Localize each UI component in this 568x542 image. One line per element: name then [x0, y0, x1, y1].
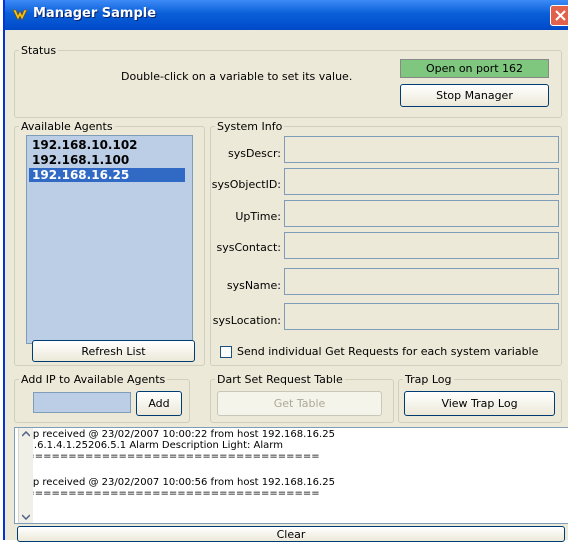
app-window: Manager Sample Status Double-click on a …: [3, 0, 568, 542]
trap-log-legend: Trap Log: [405, 373, 452, 386]
log-line: Trap received @ 23/02/2007 10:00:56 from…: [18, 477, 335, 488]
log-scrollbar[interactable]: [18, 428, 33, 523]
get-table-button[interactable]: Get Table: [217, 391, 382, 416]
scroll-up-icon[interactable]: [22, 431, 30, 437]
title-bar[interactable]: Manager Sample: [5, 0, 568, 30]
agent-list-item-selected[interactable]: 192.168.16.25: [29, 168, 185, 182]
log-line: Trap received @ 23/02/2007 10:00:22 from…: [18, 429, 335, 440]
agents-legend: Available Agents: [21, 120, 113, 133]
stop-manager-button[interactable]: Stop Manager: [400, 84, 549, 107]
system-info-legend: System Info: [217, 120, 283, 133]
close-button[interactable]: [550, 5, 568, 26]
log-line: 1.3.6.1.4.1.25206.5.1 Alarm Description …: [18, 440, 283, 451]
sysobjectid-label: sysObjectID:: [211, 178, 281, 191]
view-trap-log-button[interactable]: View Trap Log: [404, 391, 555, 416]
sysdescr-label: sysDescr:: [227, 147, 281, 160]
status-hint: Double-click on a variable to set its va…: [121, 70, 353, 83]
window-title: Manager Sample: [33, 6, 157, 21]
individual-get-label[interactable]: Send individual Get Requests for each sy…: [237, 345, 538, 358]
sysdescr-field[interactable]: [284, 136, 559, 163]
add-ip-legend: Add IP to Available Agents: [21, 373, 166, 386]
close-icon: [555, 10, 566, 21]
scroll-down-icon[interactable]: [22, 514, 30, 520]
uptime-field[interactable]: [284, 200, 559, 227]
agent-list-item[interactable]: 192.168.1.100: [29, 153, 185, 167]
app-icon: [12, 9, 28, 21]
trap-log-text[interactable]: Trap received @ 23/02/2007 10:00:22 from…: [14, 427, 568, 524]
sysobjectid-field[interactable]: [284, 168, 559, 195]
add-button[interactable]: Add: [136, 391, 182, 416]
syscontact-field[interactable]: [284, 232, 559, 259]
agent-list-item[interactable]: 192.168.10.102: [29, 138, 185, 152]
ip-input[interactable]: [33, 392, 131, 413]
syslocation-field[interactable]: [284, 303, 559, 330]
syslocation-label: sysLocation:: [212, 314, 281, 327]
log-line: ====================================: [18, 451, 320, 462]
syscontact-label: sysContact:: [216, 241, 281, 254]
sysname-label: sysName:: [226, 279, 281, 292]
agents-list[interactable]: 192.168.10.102 192.168.1.100 192.168.16.…: [26, 135, 193, 344]
status-legend: Status: [21, 44, 57, 57]
dart-set-legend: Dart Set Request Table: [217, 373, 343, 386]
sysname-field[interactable]: [284, 268, 559, 295]
uptime-label: UpTime:: [235, 210, 281, 223]
individual-get-checkbox[interactable]: [220, 346, 232, 358]
log-line: ====================================: [18, 488, 320, 499]
refresh-list-button[interactable]: Refresh List: [32, 340, 195, 362]
port-status: Open on port 162: [400, 59, 549, 78]
